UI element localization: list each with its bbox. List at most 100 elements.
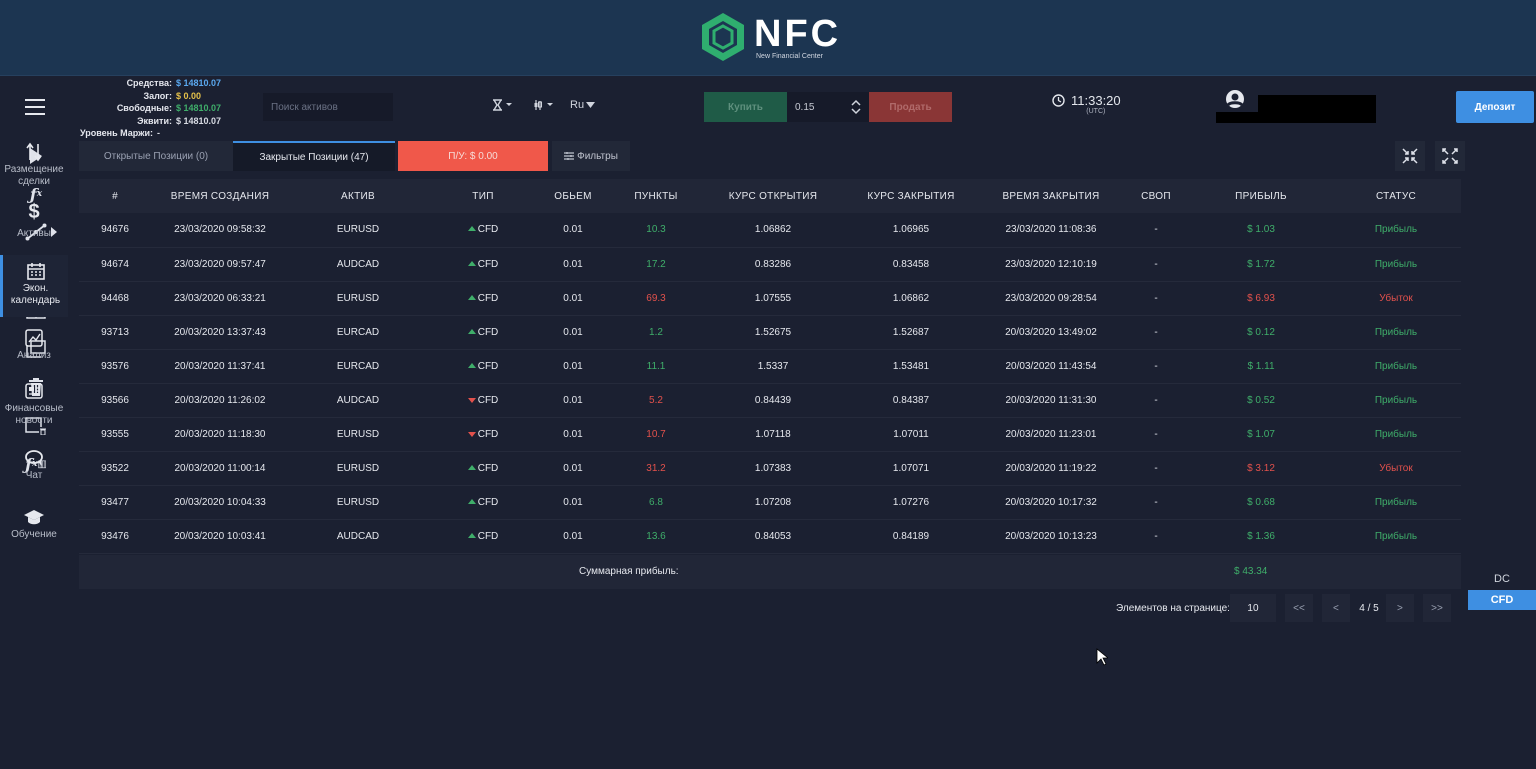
cell-close-rate: 1.07276 [892, 496, 930, 508]
free-funds-label: Свободные: [116, 103, 172, 114]
cell-volume: 0.01 [563, 462, 583, 474]
sidebar-item-analysis[interactable]: Анализ [0, 328, 68, 362]
table-header-row: # ВРЕМЯ СОЗДАНИЯ АКТИВ ТИП ОБЬЕМ ПУНКТЫ … [79, 179, 1461, 213]
user-name-redacted [1258, 95, 1376, 123]
cell-type: CFD [427, 485, 539, 519]
col-close-rate[interactable]: КУРС ЗАКРЫТИЯ [841, 179, 981, 213]
table-row[interactable]: 94676 23/03/2020 09:58:32 EURUSD CFD 0.01 10.… [79, 213, 1461, 247]
table-row[interactable]: 93477 20/03/2020 10:04:33 EURUSD CFD 0.01 6.8… [79, 485, 1461, 519]
cell-swap: - [1154, 462, 1158, 474]
cell-volume: 0.01 [563, 224, 583, 236]
filters-button[interactable]: Фильтры [552, 141, 630, 171]
quantity-stepper[interactable]: 0.15 [787, 92, 869, 122]
cell-asset: EURCAD [336, 326, 380, 338]
buy-button[interactable]: Купить [704, 92, 787, 122]
filter-icon [564, 152, 575, 160]
col-id[interactable]: # [79, 179, 151, 213]
cell-points: 31.2 [646, 462, 666, 474]
table-row[interactable]: 93522 20/03/2020 11:00:14 EURUSD CFD 0.01 31.… [79, 451, 1461, 485]
chart-type-dropdown[interactable] [533, 99, 555, 111]
server-clock: 11:33:20 (UTC) [1052, 94, 1121, 115]
last-page-button[interactable]: >> [1422, 594, 1451, 622]
chat-icon [25, 450, 43, 466]
cell-id: 93476 [101, 530, 129, 542]
cell-asset: EURUSD [336, 496, 380, 508]
col-status[interactable]: СТАТУС [1331, 179, 1461, 213]
pagination: Элементов на странице: 10 << < 4 / 5 > >… [1116, 594, 1451, 622]
sell-button[interactable]: Продать [869, 92, 952, 122]
sidebar-item-chat[interactable]: Чат [0, 448, 68, 482]
timeframe-dropdown[interactable] [492, 99, 514, 111]
cell-asset: EURCAD [336, 360, 380, 372]
cell-id: 93576 [101, 360, 129, 372]
tab-open-positions[interactable]: Открытые Позиции (0) [79, 141, 233, 171]
cell-close-rate: 1.07071 [892, 462, 930, 474]
cell-volume: 0.01 [563, 496, 583, 508]
next-page-button[interactable]: > [1385, 594, 1414, 622]
col-swap[interactable]: СВОП [1121, 179, 1191, 213]
margin-label: Залог: [143, 90, 173, 101]
deposit-button[interactable]: Депозит [1456, 91, 1534, 123]
col-created[interactable]: ВРЕМЯ СОЗДАНИЯ [151, 179, 289, 213]
table-row[interactable]: 94674 23/03/2020 09:57:47 AUDCAD CFD 0.01 17.… [79, 247, 1461, 281]
expand-panel-button[interactable] [1435, 141, 1465, 171]
tab-closed-positions[interactable]: Закрытые Позиции (47) [233, 141, 395, 171]
account-summary: Средства: $ 14810.07 Залог: $ 0.00 Свободн… [80, 77, 240, 140]
table-row[interactable]: 93566 20/03/2020 11:26:02 AUDCAD CFD 0.01 5.2… [79, 383, 1461, 417]
cell-type: CFD [427, 213, 539, 247]
cell-open-rate: 0.84439 [754, 394, 792, 406]
total-profit-value: $ 43.34 [1234, 566, 1268, 577]
cell-created: 20/03/2020 11:26:02 [174, 394, 266, 406]
col-volume[interactable]: ОБЬЕМ [539, 179, 607, 213]
collapse-icon [1402, 148, 1418, 164]
col-close-time[interactable]: ВРЕМЯ ЗАКРЫТИЯ [981, 179, 1121, 213]
cell-status: Прибыль [1374, 326, 1418, 338]
up-down-arrows-icon[interactable] [851, 99, 861, 115]
sidebar-item-learning[interactable]: Обучение [0, 507, 68, 541]
table-row[interactable]: 93576 20/03/2020 11:37:41 EURCAD CFD 0.01 11.… [79, 349, 1461, 383]
cell-asset: AUDCAD [336, 394, 380, 406]
cell-id: 93477 [101, 496, 129, 508]
sidebar-item-place-order[interactable]: Размещение сделки [0, 142, 68, 188]
collapse-panel-button[interactable] [1395, 141, 1425, 171]
total-profit-label: Суммарная прибыль: [579, 566, 679, 577]
sidebar-label-place-order: Размещение сделки [4, 164, 64, 187]
triangle-up-icon [467, 532, 476, 538]
col-profit[interactable]: ПРИБЫЛЬ [1191, 179, 1331, 213]
col-open-rate[interactable]: КУРС ОТКРЫТИЯ [705, 179, 841, 213]
table-row[interactable]: 94468 23/03/2020 06:33:21 EURUSD CFD 0.01 69.… [79, 281, 1461, 315]
sidebar-item-news[interactable]: Финансовые новости [0, 381, 68, 427]
cell-close-time: 23/03/2020 09:28:54 [1005, 292, 1097, 304]
cell-profit: $ 0.12 [1247, 326, 1275, 338]
language-dropdown[interactable]: Ru [570, 99, 596, 111]
sidebar-item-calendar[interactable]: Экон. календарь [0, 255, 68, 317]
cell-close-time: 23/03/2020 12:10:19 [1005, 258, 1097, 270]
per-page-select[interactable]: 10 [1229, 594, 1276, 622]
cell-created: 20/03/2020 10:03:41 [174, 530, 266, 542]
sidebar-label-calendar: Экон. календарь [10, 283, 61, 306]
cell-created: 20/03/2020 11:00:14 [174, 462, 266, 474]
prev-page-button[interactable]: < [1321, 594, 1350, 622]
cell-points: 13.6 [646, 530, 666, 542]
col-asset[interactable]: АКТИВ [289, 179, 427, 213]
type-label: CFD [477, 496, 499, 508]
user-avatar-icon[interactable] [1222, 90, 1248, 112]
calendar-icon [26, 263, 45, 280]
cfd-mode-toggle[interactable]: CFD [1468, 590, 1536, 610]
hamburger-menu-icon[interactable] [25, 99, 45, 115]
chevron-down-icon [586, 102, 596, 108]
col-type[interactable]: ТИП [427, 179, 539, 213]
asset-search-input[interactable] [263, 93, 393, 121]
table-row[interactable]: 93713 20/03/2020 13:37:43 EURCAD CFD 0.01 1.2… [79, 315, 1461, 349]
table-row[interactable]: 93555 20/03/2020 11:18:30 EURUSD CFD 0.01 10.… [79, 417, 1461, 451]
cell-type: CFD [427, 519, 539, 553]
language-label: Ru [570, 99, 585, 111]
first-page-button[interactable]: << [1284, 594, 1313, 622]
cell-close-rate: 1.06965 [892, 224, 930, 236]
triangle-up-icon [467, 362, 476, 368]
dc-mode-toggle[interactable]: DC [1468, 570, 1536, 588]
sidebar-item-assets[interactable]: $ Активы [0, 202, 68, 240]
col-points[interactable]: ПУНКТЫ [607, 179, 705, 213]
type-label: CFD [477, 292, 499, 304]
table-row[interactable]: 93476 20/03/2020 10:03:41 AUDCAD CFD 0.01 13.… [79, 519, 1461, 553]
